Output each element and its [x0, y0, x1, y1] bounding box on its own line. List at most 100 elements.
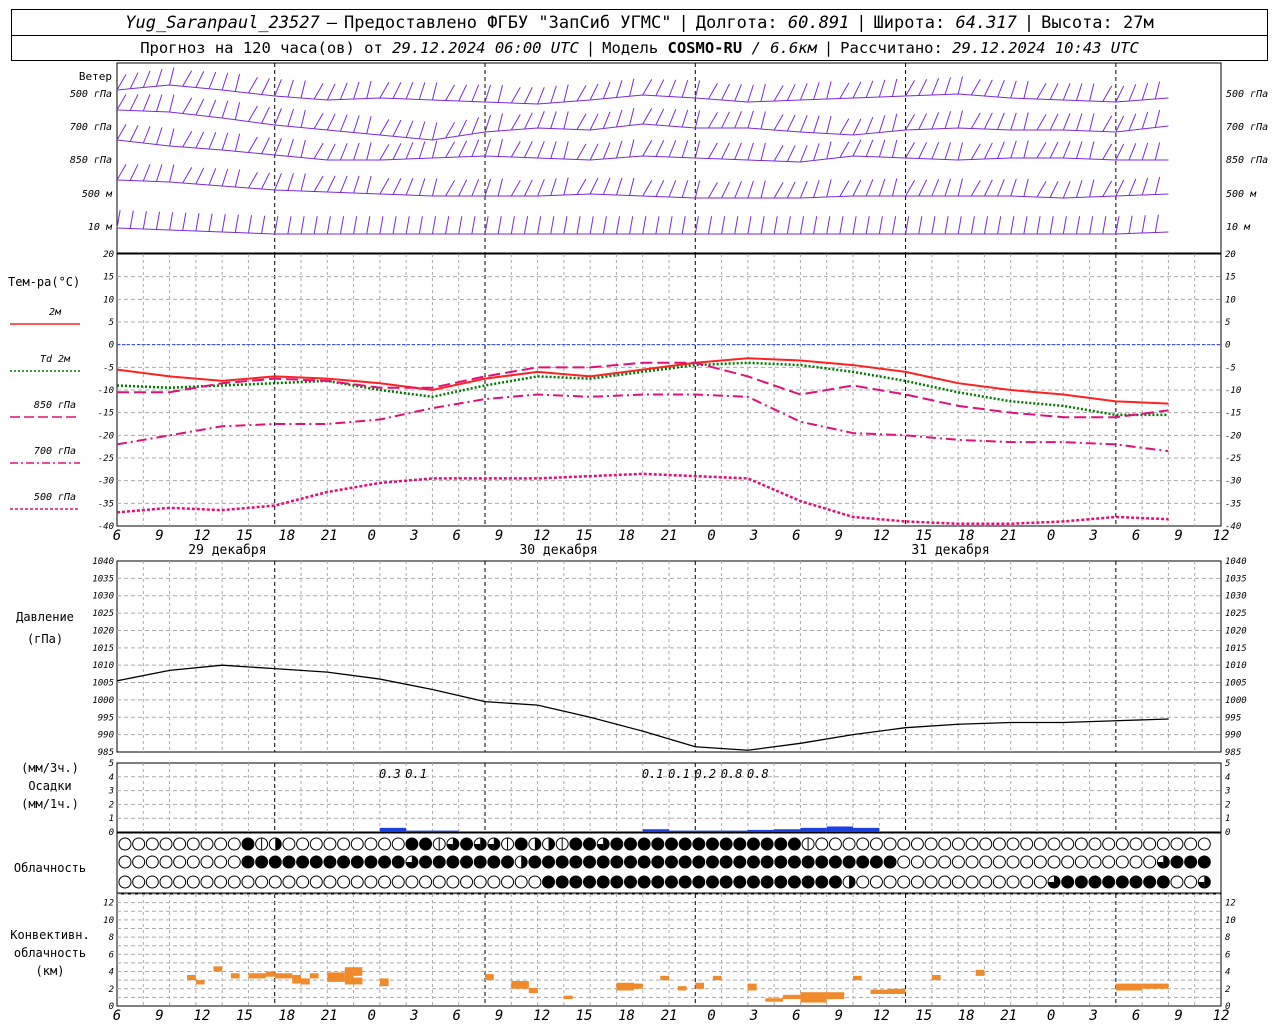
pressure-tick-right: 1030	[1225, 592, 1247, 602]
legend-label: 850 гПа	[34, 400, 76, 411]
conv-tick-left: 12	[103, 899, 114, 909]
cloud-cell	[432, 875, 446, 889]
wind-barb	[366, 116, 372, 134]
cloud-circle	[1061, 875, 1075, 889]
cloud-cell	[787, 855, 801, 869]
wind-level-right: 500 гПа	[1226, 89, 1268, 100]
cloud-circle	[719, 837, 733, 851]
cloud-circle	[364, 837, 378, 851]
cloud-cell	[979, 855, 993, 869]
pressure-tick-right: 990	[1225, 731, 1241, 741]
cloud-circle	[446, 875, 460, 889]
wind-barb	[300, 139, 306, 158]
cloud-circle	[118, 837, 132, 851]
cloud-circle	[446, 855, 460, 869]
cloud-cell	[692, 855, 706, 869]
conv-tick-left: 6	[109, 950, 114, 960]
wind-barb	[182, 131, 193, 148]
wind-barb	[1141, 111, 1149, 130]
wind-barb	[287, 108, 294, 127]
pressure-tick-left: 990	[98, 731, 114, 741]
conv-segment	[765, 998, 783, 1002]
cloud-cell	[173, 875, 187, 889]
cloud-cell	[801, 875, 815, 889]
cloud-cell	[323, 855, 337, 869]
cloud-cell	[350, 875, 364, 889]
wind-barb	[918, 179, 928, 197]
cloud-circle	[583, 837, 597, 851]
cloud-circle	[350, 837, 364, 851]
conv-segment	[931, 974, 941, 981]
cloud-cell	[1088, 855, 1102, 869]
cloud-cell	[1033, 837, 1047, 851]
wind-barb	[826, 216, 831, 235]
conv-segment	[274, 973, 293, 979]
wind-barb	[694, 80, 701, 99]
cloud-circle	[979, 837, 993, 851]
cloud-cell	[692, 875, 706, 889]
cloud-circle	[1170, 837, 1184, 851]
cloud-circle	[214, 855, 228, 869]
cloud-circle	[637, 855, 651, 869]
wind-barb	[983, 112, 993, 130]
wind-barb	[234, 169, 241, 188]
wind-barb	[510, 216, 515, 235]
wind-barb	[734, 111, 742, 129]
temp-tick-left: -5	[103, 363, 114, 373]
cloud-cell	[555, 875, 569, 889]
wind-barb	[852, 139, 862, 157]
conv-segment	[485, 974, 494, 981]
conv-segment	[187, 974, 196, 981]
wind-barb	[392, 119, 402, 137]
wind-barb	[563, 141, 569, 160]
cloud-circle	[637, 837, 651, 851]
wind-barb	[826, 115, 832, 134]
temp-tick-left: -10	[98, 386, 114, 396]
cloud-cell	[733, 837, 747, 851]
cloud-circle	[651, 875, 665, 889]
cloud-circle	[1006, 855, 1020, 869]
cloud-circle	[1074, 875, 1088, 889]
hour-tick-mid: 12	[193, 528, 210, 544]
wind-barb	[799, 83, 808, 101]
hour-tick-bottom: 18	[278, 1008, 295, 1024]
cloud-cell	[296, 875, 310, 889]
wind-barb	[261, 215, 266, 234]
hour-tick-bottom: 15	[576, 1008, 593, 1024]
wind-barb	[1075, 141, 1083, 159]
wind-barb	[997, 179, 1005, 197]
cloud-cell	[637, 837, 651, 851]
hour-tick-bottom: 3	[409, 1008, 418, 1024]
wind-barb	[563, 84, 569, 103]
wind-barb	[234, 133, 241, 152]
wind-barb	[799, 216, 805, 235]
wind-barb	[1128, 113, 1137, 131]
cloud-circle	[255, 855, 269, 869]
temp-tick-right: -10	[1225, 386, 1241, 396]
cloud-circle	[1020, 875, 1034, 889]
cloud-cell	[623, 855, 637, 869]
cloud-circle	[951, 875, 965, 889]
cloud-half	[521, 856, 528, 868]
precip-label: Осадки	[28, 779, 71, 793]
temp-tick-left: -15	[98, 409, 114, 419]
wind-barb	[839, 141, 850, 158]
wind-barb	[655, 140, 665, 157]
cloud-cell	[583, 855, 597, 869]
cloud-cell	[446, 837, 460, 851]
cloud-cell	[542, 855, 556, 869]
cloud-circle	[1102, 875, 1116, 889]
wind-barb	[221, 168, 229, 187]
temp-tick-left: 10	[103, 295, 114, 305]
wind-barb	[458, 140, 468, 158]
cloud-circle	[1020, 855, 1034, 869]
cloud-circle	[856, 855, 870, 869]
cloud-circle	[487, 875, 501, 889]
precip-tick-right: 3	[1224, 787, 1230, 797]
cloud-cell	[350, 855, 364, 869]
wind-barb	[1102, 216, 1107, 235]
wind-barb	[1075, 180, 1083, 198]
cloud-circle	[186, 837, 200, 851]
wind-barb	[1128, 143, 1137, 161]
wind-barb	[629, 216, 634, 235]
